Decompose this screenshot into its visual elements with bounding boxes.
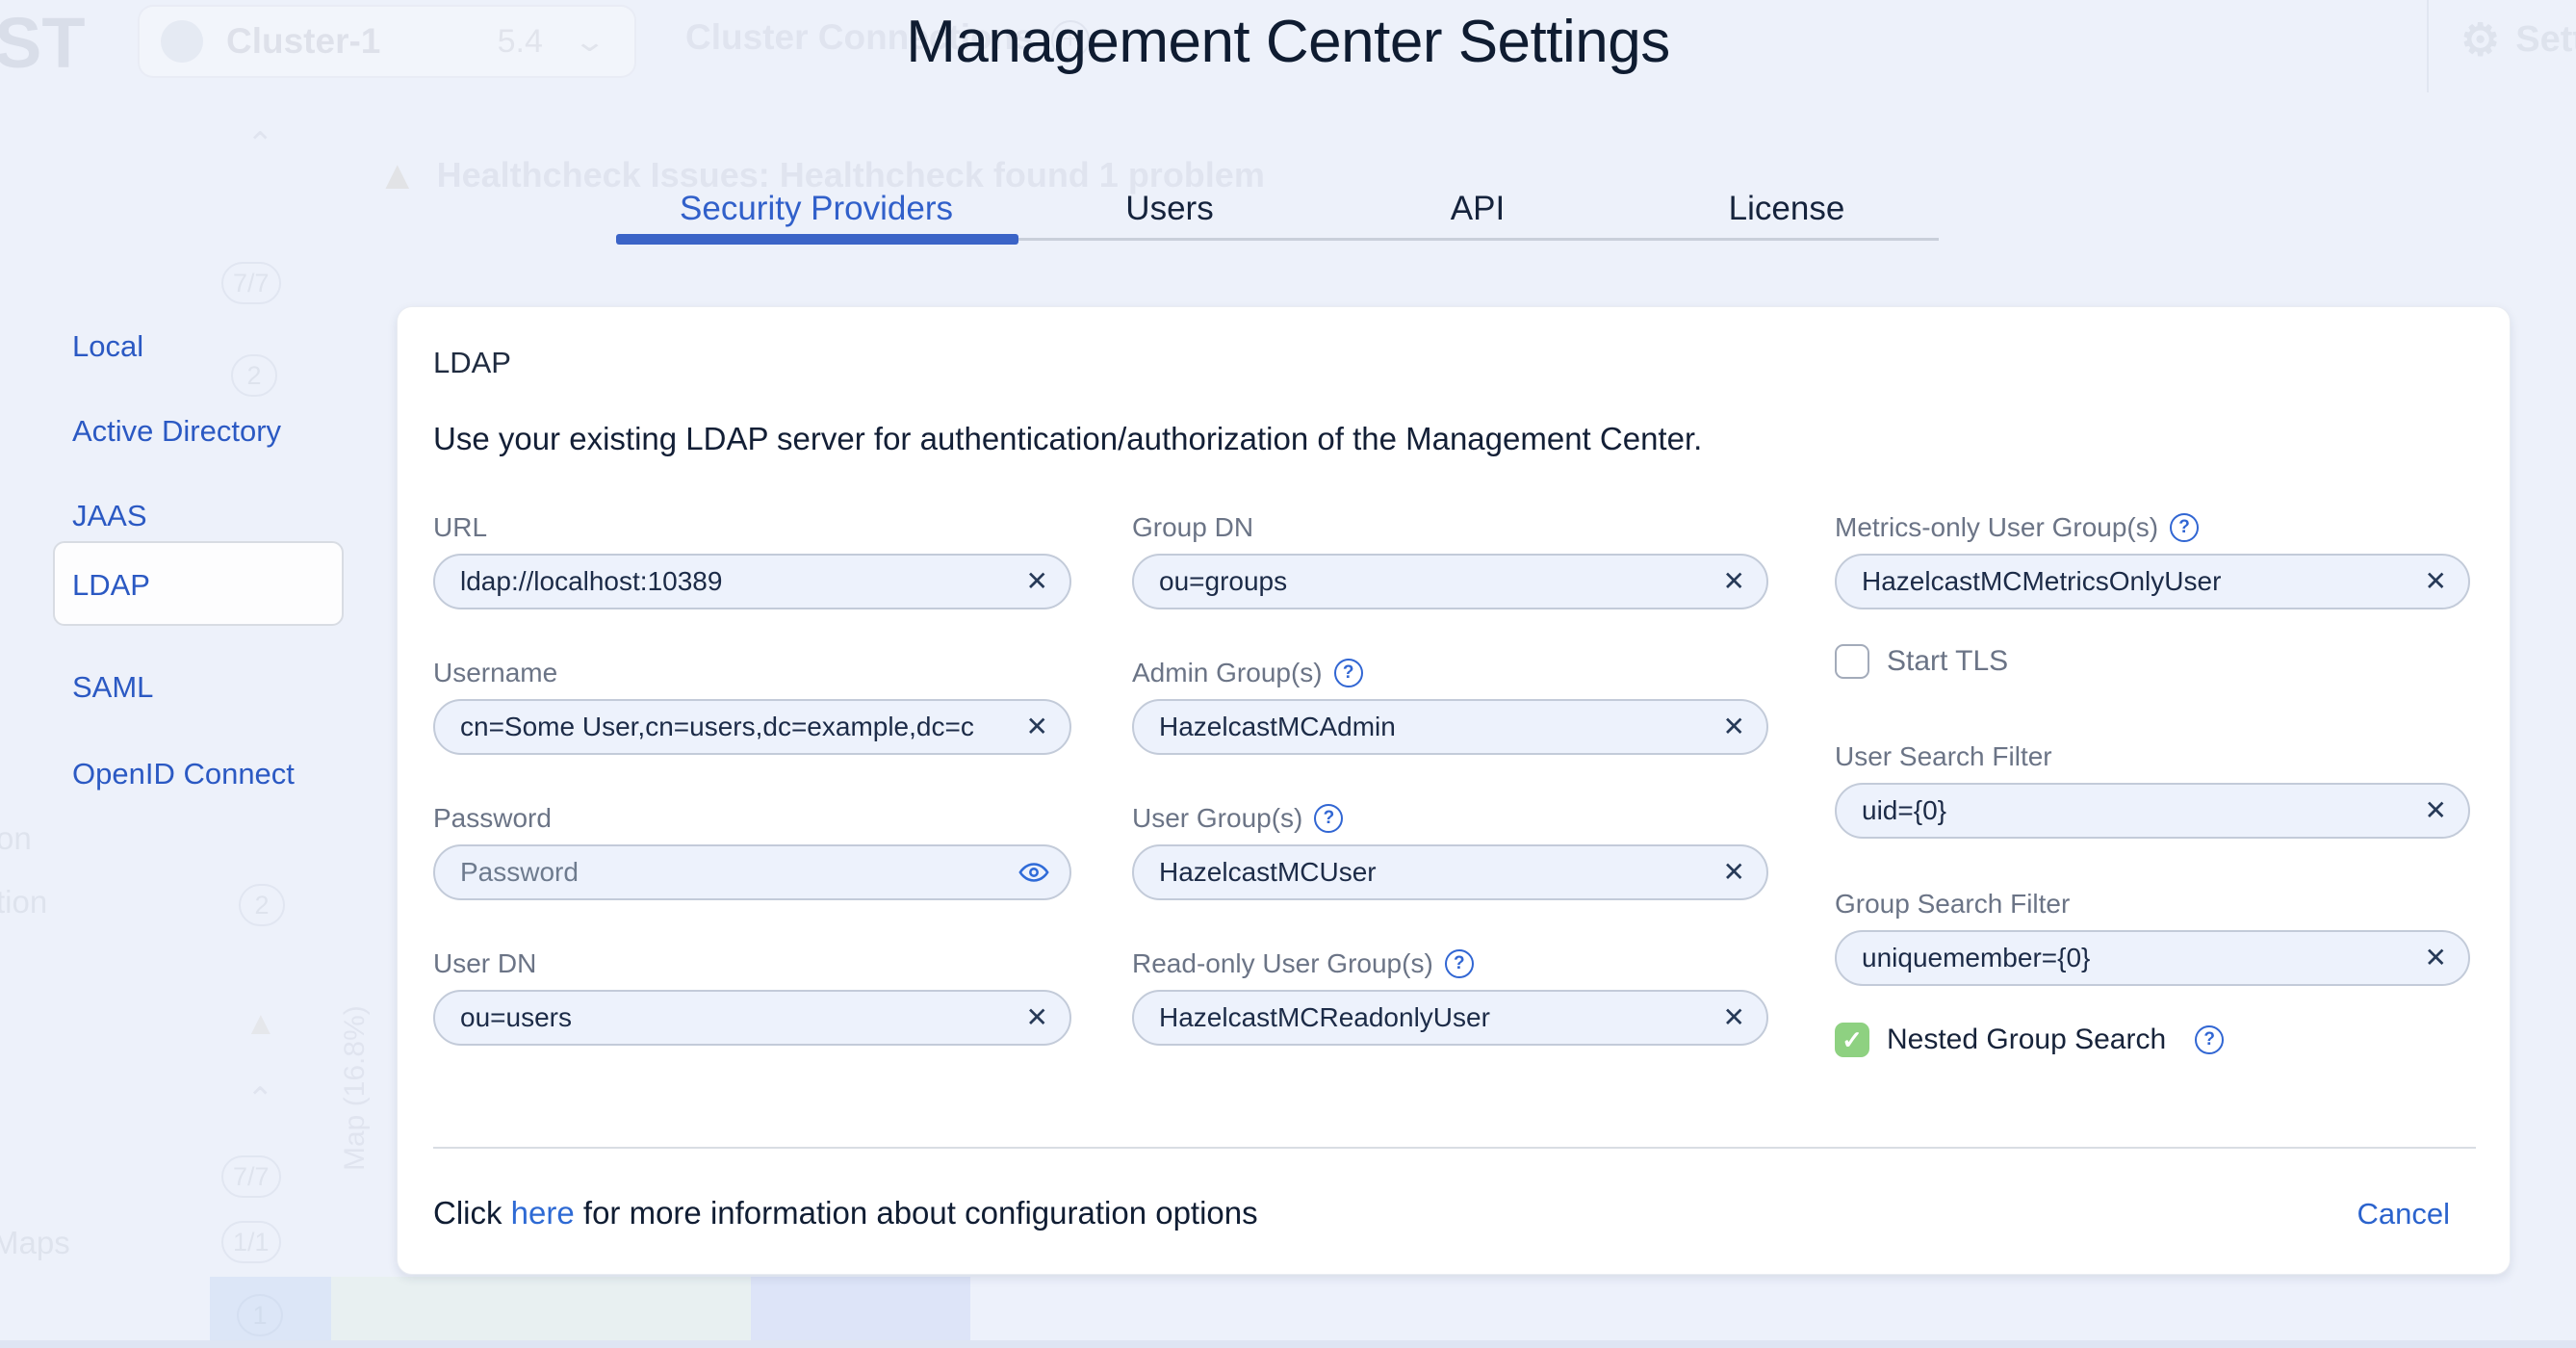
nav-item-fragment: tion [0,884,47,920]
management-center-settings-screen: ST Cluster-1 5.4 ⌄ Cluster Connections+ … [0,0,2576,1348]
here-link[interactable]: here [511,1195,575,1231]
clear-icon[interactable]: ✕ [1026,568,1048,595]
map-usage-vertical-label: Map (16.8%) [339,1001,397,1175]
field-label: User Search Filter [1835,740,2470,773]
clear-icon[interactable]: ✕ [1026,713,1048,740]
clear-icon[interactable]: ✕ [2425,568,2447,595]
warning-triangle-icon: ▲ [245,1005,277,1043]
start-tls-row: ✓ Start TLS [1835,644,2470,679]
background-panel [210,1277,331,1340]
readonly-groups-input[interactable] [1132,990,1768,1046]
background-bottom-strip [0,1340,2576,1348]
clear-icon[interactable]: ✕ [1723,568,1745,595]
active-tab-indicator [616,234,1018,245]
help-icon[interactable]: ? [1334,659,1363,687]
clear-icon[interactable]: ✕ [1723,1004,1745,1031]
sidebar-item-jaas[interactable]: JAAS [72,499,147,533]
field-label: User DN [433,947,1071,980]
nav-item-fragment: on [0,820,32,857]
background-panel [751,1277,970,1340]
admin-groups-input[interactable] [1132,699,1768,755]
field-readonly-groups: Read-only User Group(s) ? ✕ [1132,947,1768,1046]
field-label: Password [433,802,1071,835]
help-icon[interactable]: ? [2195,1025,2224,1054]
background-panel [970,1277,2511,1340]
clear-icon[interactable]: ✕ [2425,945,2447,972]
footer-divider [433,1147,2476,1149]
count-badge: 2 [239,884,285,926]
section-heading: LDAP [433,346,511,380]
help-icon[interactable]: ? [2170,513,2199,542]
field-label: Admin Group(s) [1132,658,1323,688]
field-metrics-only-groups: Metrics-only User Group(s) ? ✕ [1835,511,2470,609]
help-icon[interactable]: ? [1445,949,1474,978]
url-input[interactable] [433,554,1071,609]
field-label: URL [433,511,1071,544]
field-password: Password [433,802,1071,900]
sidebar-item-saml[interactable]: SAML [72,670,153,705]
chevron-up-icon: ⌃ [246,125,274,164]
group-search-filter-input[interactable] [1835,930,2470,986]
show-password-icon[interactable] [1018,856,1050,889]
user-groups-input[interactable] [1132,844,1768,900]
section-description: Use your existing LDAP server for authen… [433,421,1702,457]
clear-icon[interactable]: ✕ [1026,1004,1048,1031]
field-user-search-filter: User Search Filter ✕ [1835,740,2470,839]
background-panel [331,1277,751,1340]
user-search-filter-input[interactable] [1835,783,2470,839]
members-badge: 7/7 [221,262,281,304]
field-label: Group Search Filter [1835,888,2470,920]
nav-item-maps: Maps [0,1225,70,1261]
maps-ratio-badge: 1/1 [221,1221,281,1263]
sidebar-item-openid-connect[interactable]: OpenID Connect [72,757,295,791]
tab-users[interactable]: Users [1125,190,1213,228]
sidebar-item-ldap[interactable]: LDAP [72,568,150,603]
count-badge: 2 [231,354,277,397]
clear-icon[interactable]: ✕ [1723,859,1745,886]
warning-triangle-icon: ▲ [377,152,418,198]
ldap-settings-card: LDAP Use your existing LDAP server for a… [397,306,2511,1275]
field-group-dn: Group DN ✕ [1132,511,1768,609]
field-group-search-filter: Group Search Filter ✕ [1835,888,2470,986]
sidebar-item-active-directory[interactable]: Active Directory [72,414,281,449]
field-username: Username ✕ [433,657,1071,755]
tab-license[interactable]: License [1729,190,1845,228]
password-input[interactable] [433,844,1071,900]
checkbox-label: Nested Group Search [1887,1024,2166,1056]
group-dn-input[interactable] [1132,554,1768,609]
members-badge: 7/7 [221,1155,281,1198]
field-label: Username [433,657,1071,689]
clear-icon[interactable]: ✕ [2425,797,2447,824]
field-label: Metrics-only User Group(s) [1835,512,2158,543]
chevron-up-icon: ⌃ [246,1080,274,1119]
help-icon[interactable]: ? [1314,804,1343,833]
field-label: Read-only User Group(s) [1132,948,1433,979]
start-tls-checkbox[interactable]: ✓ [1835,644,1869,679]
sidebar-item-local[interactable]: Local [72,329,143,364]
clear-icon[interactable]: ✕ [1723,713,1745,740]
check-icon: ✓ [1842,1027,1863,1052]
username-input[interactable] [433,699,1071,755]
cancel-button[interactable]: Cancel [2357,1197,2451,1231]
field-label: Group DN [1132,511,1768,544]
metrics-only-groups-input[interactable] [1835,554,2470,609]
footer-info: Click here for more information about co… [433,1195,1258,1231]
field-user-groups: User Group(s) ? ✕ [1132,802,1768,900]
user-dn-input[interactable] [433,990,1071,1046]
field-admin-groups: Admin Group(s) ? ✕ [1132,657,1768,755]
field-label: User Group(s) [1132,803,1302,834]
page-title: Management Center Settings [0,8,2576,76]
field-url: URL ✕ [433,511,1071,609]
tab-security-providers[interactable]: Security Providers [680,190,953,228]
checkbox-label: Start TLS [1887,645,2008,678]
nested-group-search-checkbox[interactable]: ✓ [1835,1023,1869,1057]
nested-group-search-row: ✓ Nested Group Search ? [1835,1023,2470,1057]
field-user-dn: User DN ✕ [433,947,1071,1046]
tab-api[interactable]: API [1451,190,1505,228]
